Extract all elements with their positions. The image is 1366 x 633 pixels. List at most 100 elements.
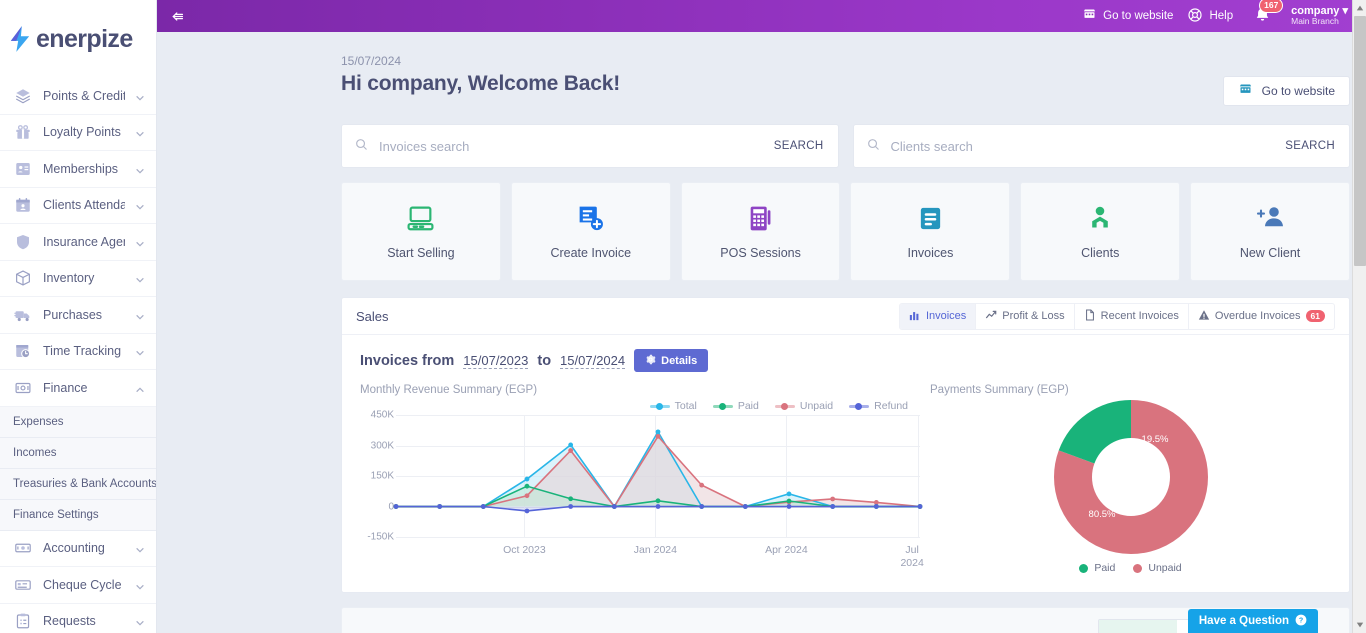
clients-search-box[interactable]: SEARCH xyxy=(852,124,1350,168)
welcome-greeting: Hi company, xyxy=(341,72,463,95)
legend-item-paid[interactable]: Paid xyxy=(712,400,759,412)
sidebar-item-accounting[interactable]: Accounting xyxy=(0,530,156,567)
overdue-badge: 61 xyxy=(1305,310,1325,322)
notifications-button[interactable]: 167 xyxy=(1253,0,1284,26)
submenu-item-expenses[interactable]: Expenses xyxy=(0,407,156,438)
card-invoices[interactable]: Invoices xyxy=(850,182,1011,281)
data-point[interactable] xyxy=(917,504,923,509)
data-point[interactable] xyxy=(655,498,661,504)
sidebar-item-inventory[interactable]: Inventory xyxy=(0,260,156,297)
clients-search-input[interactable] xyxy=(890,138,1276,154)
sidebar-item-cheque-cycle[interactable]: Cheque Cycle xyxy=(0,567,156,604)
data-point[interactable] xyxy=(699,482,705,488)
data-point[interactable] xyxy=(568,504,574,509)
line-chart-svg xyxy=(393,429,923,514)
brand-logo[interactable]: enerpize xyxy=(0,0,156,78)
invoices-search-input[interactable] xyxy=(379,138,764,154)
monthly-revenue-chart: Monthly Revenue Summary (EGP) Total Paid xyxy=(360,384,924,574)
legend-swatch xyxy=(849,402,870,410)
legend-item-unpaid[interactable]: Unpaid xyxy=(774,400,833,412)
data-point[interactable] xyxy=(873,504,879,509)
sidebar-item-time-tracking[interactable]: Time Tracking xyxy=(0,333,156,370)
data-point[interactable] xyxy=(786,504,792,509)
data-point[interactable] xyxy=(699,504,705,509)
data-point[interactable] xyxy=(786,491,792,497)
data-point[interactable] xyxy=(655,433,661,439)
sidebar-item-label: Inventory xyxy=(43,271,95,286)
tab-profit-loss[interactable]: Profit & Loss xyxy=(976,303,1075,329)
data-point[interactable] xyxy=(524,483,530,489)
data-point[interactable] xyxy=(568,496,574,502)
payments-summary-title: Payments Summary (EGP) xyxy=(930,384,1069,396)
details-button[interactable]: Details xyxy=(634,349,709,372)
data-point[interactable] xyxy=(524,476,530,482)
invoices-search-button[interactable]: SEARCH xyxy=(774,140,824,152)
card-start-selling[interactable]: Start Selling xyxy=(341,182,501,281)
account-menu[interactable]: company ▾ Main Branch xyxy=(1291,5,1348,27)
data-point[interactable] xyxy=(830,504,836,509)
data-point[interactable] xyxy=(655,504,661,509)
legend-swatch xyxy=(1079,563,1089,573)
go-to-website-button-label: Go to website xyxy=(1261,84,1335,98)
go-to-website-button[interactable]: Go to website xyxy=(1222,76,1350,106)
submenu-item-label: Treasuries & Bank Accounts xyxy=(13,477,157,490)
data-point[interactable] xyxy=(524,493,530,499)
data-point[interactable] xyxy=(480,504,486,509)
submenu-item-finance-settings[interactable]: Finance Settings xyxy=(0,500,156,531)
bar-chart-icon xyxy=(909,309,921,324)
sidebar-item-purchases[interactable]: Purchases xyxy=(0,297,156,334)
tab-overdue-invoices[interactable]: Overdue Invoices 61 xyxy=(1189,304,1334,329)
sidebar-item-loyalty-points[interactable]: Loyalty Points xyxy=(0,114,156,151)
data-point[interactable] xyxy=(830,496,836,502)
data-point[interactable] xyxy=(393,504,399,509)
sidebar-item-finance[interactable]: Finance xyxy=(0,370,156,407)
data-point[interactable] xyxy=(786,498,792,504)
clients-search-button[interactable]: SEARCH xyxy=(1285,140,1335,152)
data-point[interactable] xyxy=(655,429,661,435)
donut-legend-unpaid[interactable]: Unpaid xyxy=(1133,562,1182,574)
page-scrollbar[interactable] xyxy=(1352,0,1366,633)
data-point[interactable] xyxy=(524,508,530,514)
data-point[interactable] xyxy=(568,442,574,448)
data-point[interactable] xyxy=(611,504,617,509)
topbar-help[interactable]: Help xyxy=(1187,7,1233,26)
submenu-item-treasuries-bank-accounts[interactable]: Treasuries & Bank Accounts xyxy=(0,469,156,500)
scrollbar-thumb[interactable] xyxy=(1354,16,1366,266)
submenu-item-incomes[interactable]: Incomes xyxy=(0,438,156,469)
chevron-down-icon xyxy=(135,273,145,283)
tab-invoices[interactable]: Invoices xyxy=(899,303,977,329)
card-clients[interactable]: Clients xyxy=(1020,182,1181,281)
sidebar-item-memberships[interactable]: Memberships xyxy=(0,151,156,188)
data-point[interactable] xyxy=(568,448,574,453)
caret-down-icon: ▾ xyxy=(1342,4,1348,17)
range-to-date[interactable]: 15/07/2024 xyxy=(560,353,626,369)
x-tick: Jul 2024 xyxy=(900,544,924,569)
collapse-left-icon[interactable] xyxy=(157,0,197,32)
donut-chart-svg[interactable]: 19.5% 80.5% xyxy=(1053,400,1208,554)
sidebar-item-points-credits[interactable]: Points & Credits xyxy=(0,78,156,115)
card-create-invoice[interactable]: Create Invoice xyxy=(510,182,671,281)
legend-item-refund[interactable]: Refund xyxy=(849,400,908,412)
range-from-date[interactable]: 15/07/2023 xyxy=(463,353,529,369)
sidebar-item-clients-attendance[interactable]: Clients Attendance xyxy=(0,187,156,224)
x-tick: Apr 2024 xyxy=(765,544,808,556)
card-pos-sessions[interactable]: POS Sessions xyxy=(680,182,841,281)
scrollbar-down-button[interactable] xyxy=(1353,617,1366,633)
data-point[interactable] xyxy=(742,504,748,509)
sidebar-item-label: Memberships xyxy=(43,161,119,176)
topbar-help-label: Help xyxy=(1209,10,1234,22)
data-point[interactable] xyxy=(437,504,443,509)
pos-terminal-icon xyxy=(746,203,775,233)
scrollbar-up-button[interactable] xyxy=(1353,0,1366,16)
topbar-go-to-website[interactable]: Go to website xyxy=(1082,7,1173,25)
y-tick: -150K xyxy=(367,531,394,543)
sidebar-item-requests[interactable]: Requests xyxy=(0,603,156,633)
invoices-search-box[interactable]: SEARCH xyxy=(341,124,839,168)
sidebar-item-insurance-agents[interactable]: Insurance Agents xyxy=(0,224,156,261)
have-a-question-button[interactable]: Have a Question ? xyxy=(1187,609,1318,633)
card-new-client[interactable]: New Client xyxy=(1190,182,1350,281)
content-scroll[interactable]: 15/07/2024 Hi company, Welcome Back! Go … xyxy=(157,32,1366,633)
tab-recent-invoices[interactable]: Recent Invoices xyxy=(1075,303,1189,329)
legend-item-total[interactable]: Total xyxy=(649,400,697,412)
donut-legend-paid[interactable]: Paid xyxy=(1079,562,1115,574)
